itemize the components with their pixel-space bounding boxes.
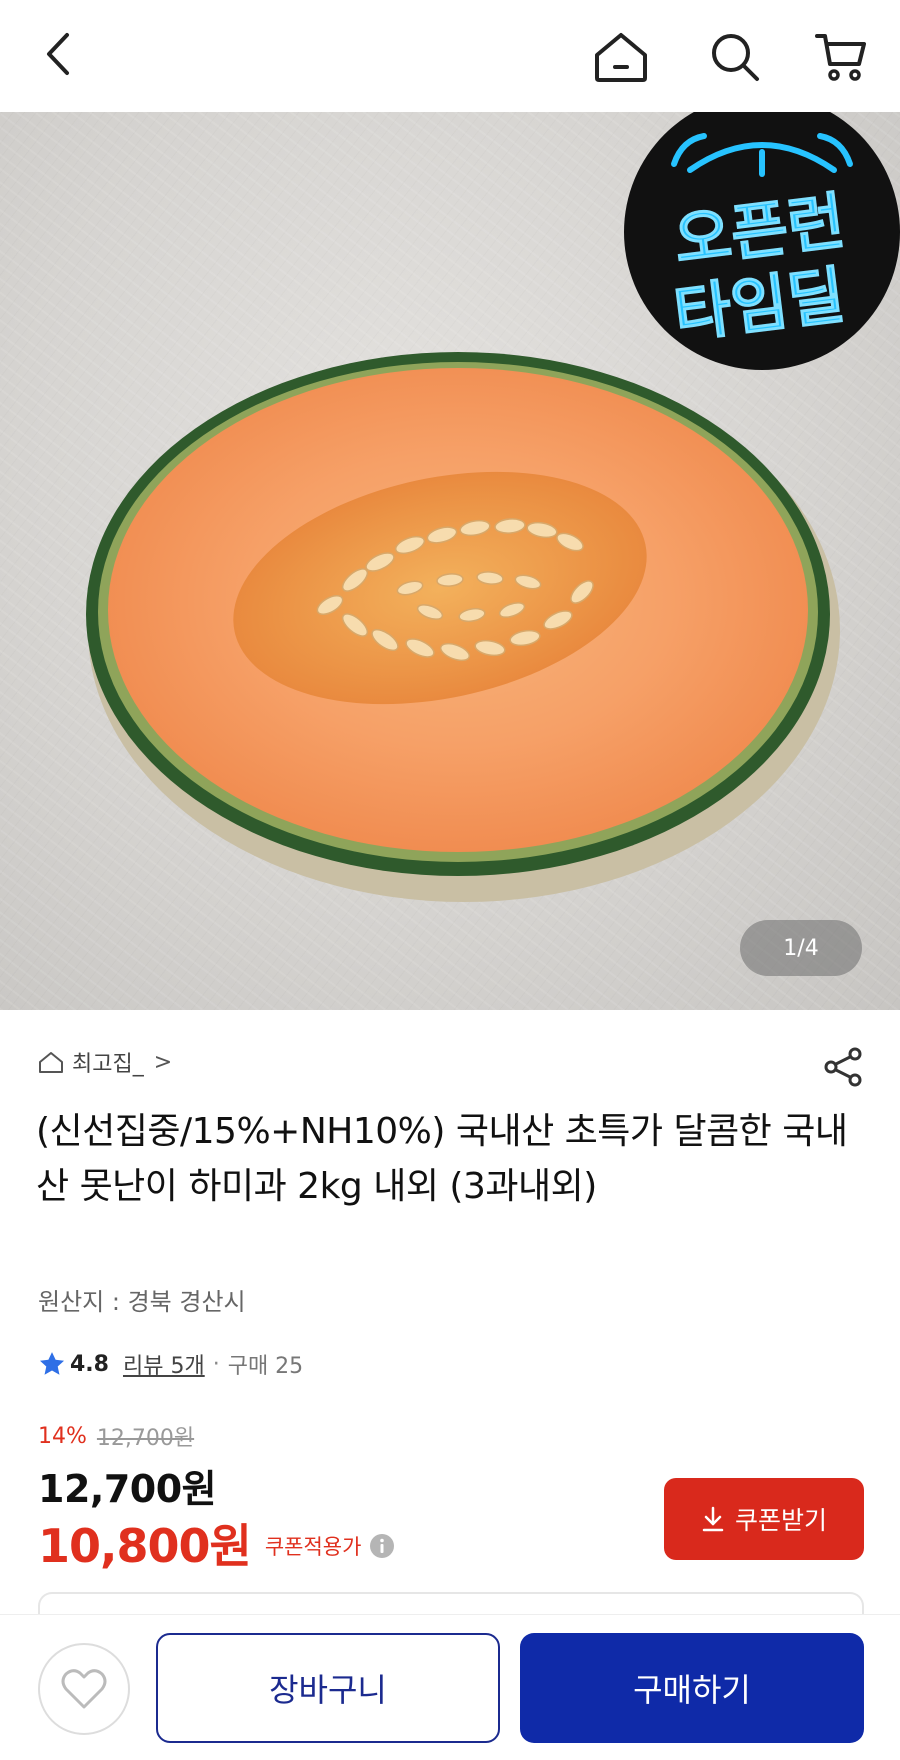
coupon-button-label: 쿠폰받기	[734, 1507, 827, 1535]
top-navigation-bar	[0, 0, 900, 112]
chevron-right-icon: >	[153, 1049, 173, 1075]
coupon-price: 10,800원	[38, 1519, 252, 1573]
home-icon[interactable]	[590, 26, 652, 88]
purchase-count: 구매 25	[227, 1354, 304, 1379]
sale-price: 12,700원	[38, 1467, 217, 1511]
separator-dot: ·	[212, 1351, 220, 1377]
store-link[interactable]: 최고집_ >	[38, 1046, 172, 1078]
coupon-applied-label: 쿠폰적용가	[264, 1535, 362, 1559]
download-icon	[702, 1506, 724, 1532]
cart-icon[interactable]	[810, 26, 872, 88]
store-home-icon	[39, 1052, 63, 1073]
back-arrow-icon[interactable]	[30, 26, 86, 82]
discount-row: 14% 12,700원	[38, 1420, 194, 1452]
store-name: 최고집_	[72, 1052, 144, 1077]
melon-image	[86, 352, 840, 902]
search-icon[interactable]	[704, 26, 766, 88]
discount-rate: 14%	[38, 1423, 87, 1449]
image-counter: 1/4	[740, 920, 862, 976]
product-image-carousel[interactable]: 오픈런 타임딜 1/4	[0, 112, 900, 1010]
share-icon[interactable]	[820, 1044, 866, 1090]
star-icon	[39, 1352, 65, 1375]
wishlist-heart-button[interactable]	[38, 1643, 130, 1735]
product-title: (신선집중/15%+NH10%) 국내산 초특가 달콤한 국내산 못난이 하미과…	[36, 1111, 848, 1207]
rating-score: 4.8	[70, 1351, 109, 1377]
info-icon[interactable]	[369, 1533, 395, 1559]
review-link[interactable]: 리뷰 5개	[123, 1348, 205, 1380]
product-origin: 원산지 : 경북 경산시	[38, 1288, 246, 1316]
bottom-action-bar: 장바구니 구매하기	[0, 1614, 900, 1760]
coupon-download-button[interactable]: 쿠폰받기	[664, 1478, 864, 1560]
rating-row: 4.8 리뷰 5개 · 구매 25	[38, 1348, 303, 1380]
coupon-price-row: 10,800원 쿠폰적용가	[38, 1510, 395, 1576]
heart-icon	[61, 1669, 107, 1709]
add-to-cart-button[interactable]: 장바구니	[156, 1633, 500, 1743]
original-price: 12,700원	[96, 1426, 195, 1451]
time-deal-badge: 오픈런 타임딜	[624, 112, 900, 370]
buy-now-button[interactable]: 구매하기	[520, 1633, 864, 1743]
